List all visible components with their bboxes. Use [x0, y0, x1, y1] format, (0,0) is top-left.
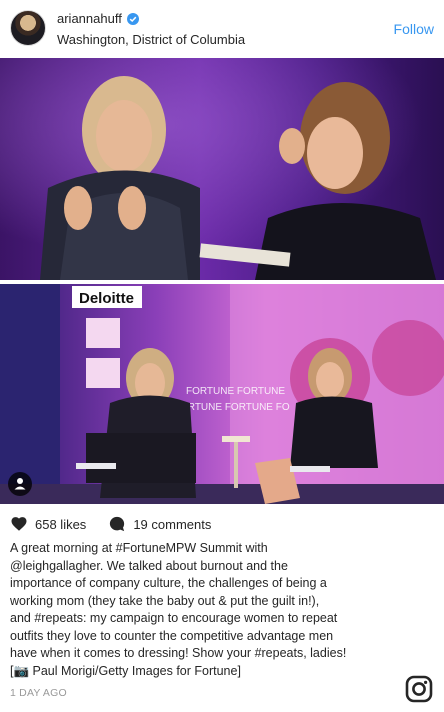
likes-count[interactable]: 658 likes: [35, 517, 86, 532]
caption-line: A great morning at #FortuneMPW Summit wi…: [10, 541, 268, 555]
caption-line: importance of company culture, the chall…: [10, 576, 327, 590]
heart-icon[interactable]: [10, 515, 28, 533]
verified-badge-icon: [126, 12, 139, 25]
instagram-post: ariannahuff Washington, District of Colu…: [0, 0, 444, 712]
post-photo[interactable]: Deloitte FORTUNE FORTUNE ORTUNE FORTUNE …: [0, 58, 444, 504]
caption-line: have when it comes to dressing! Show you…: [10, 646, 347, 660]
username[interactable]: ariannahuff: [57, 11, 122, 26]
avatar[interactable]: [10, 10, 46, 46]
stage-sign-2: ORTUNE FORTUNE FO: [180, 402, 290, 413]
caption-line: working mom (they take the baby out & pu…: [10, 593, 320, 608]
caption-line: and #repeats: my campaign to encourage w…: [10, 611, 338, 625]
instagram-logo-icon[interactable]: [405, 675, 433, 703]
post-caption: A great morning at #FortuneMPW Summit wi…: [10, 540, 434, 680]
location[interactable]: Washington, District of Columbia: [57, 32, 245, 47]
user-tag-button[interactable]: [8, 472, 32, 496]
post-actions: 658 likes 19 comments: [10, 514, 211, 534]
follow-button[interactable]: Follow: [394, 21, 434, 37]
stage-sign-1: FORTUNE FORTUNE: [186, 386, 285, 397]
deloitte-banner-text: Deloitte: [79, 290, 134, 307]
caption-line: @leighgallagher. We talked about burnout…: [10, 558, 288, 573]
post-image: Deloitte FORTUNE FORTUNE ORTUNE FORTUNE …: [0, 58, 444, 504]
post-header: ariannahuff Washington, District of Colu…: [0, 0, 444, 58]
comments-count[interactable]: 19 comments: [133, 517, 211, 532]
top-photo: [0, 58, 444, 280]
bottom-photo: Deloitte FORTUNE FORTUNE ORTUNE FORTUNE …: [0, 284, 444, 504]
caption-line: outfits they love to counter the competi…: [10, 628, 334, 643]
comment-icon[interactable]: [108, 515, 126, 533]
post-timestamp[interactable]: 1 DAY AGO: [10, 687, 67, 699]
username-row: ariannahuff: [57, 11, 139, 26]
caption-line: [📷 Paul Morigi/Getty Images for Fortune]: [10, 663, 241, 678]
user-tag-icon: [14, 478, 26, 490]
